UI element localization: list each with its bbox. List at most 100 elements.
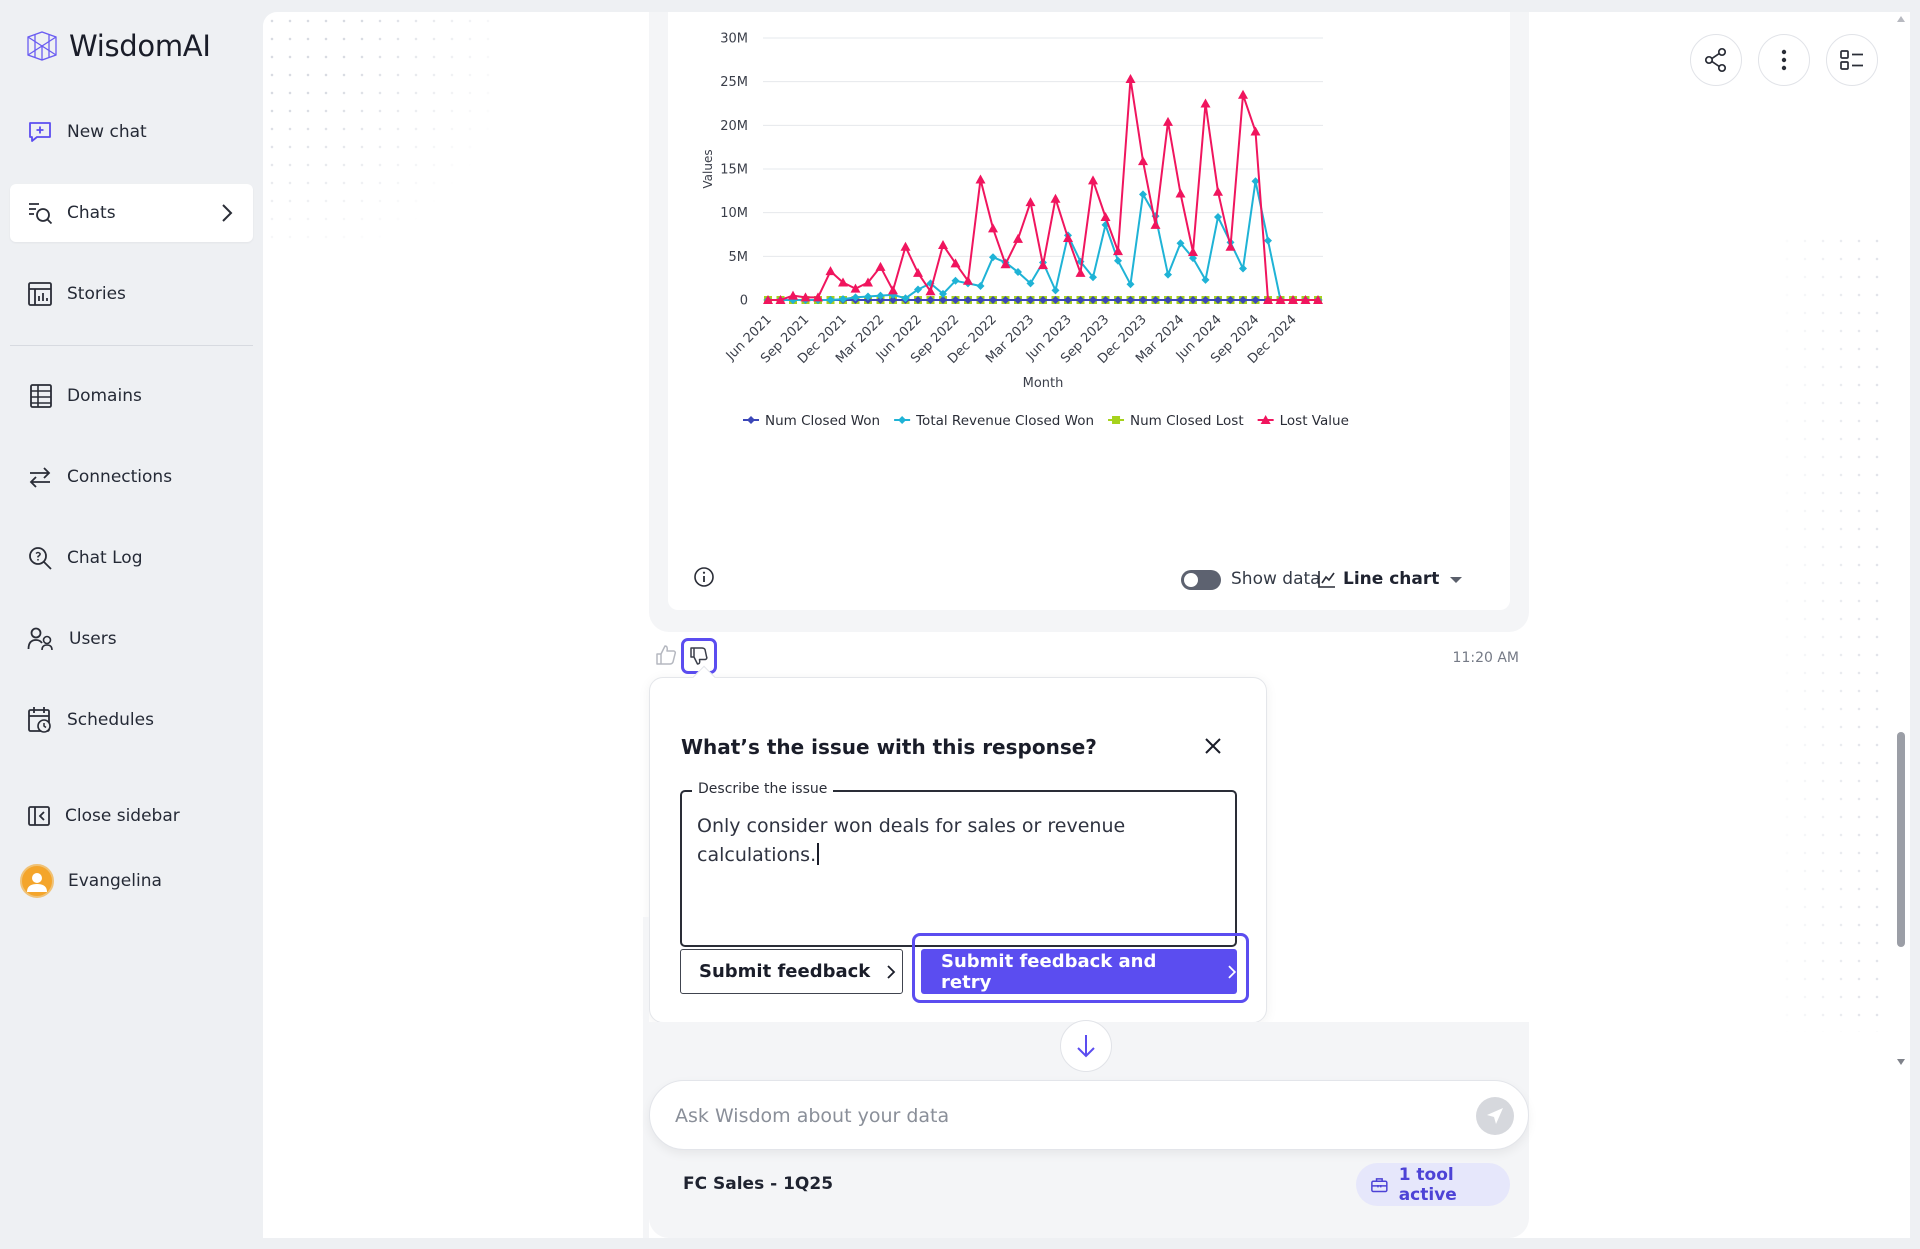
- submit-feedback-label: Submit feedback: [699, 961, 871, 982]
- tools-active-button[interactable]: 1 tool active: [1356, 1163, 1510, 1206]
- thumbs-down-button[interactable]: [681, 638, 717, 674]
- data-point-diamond: [1051, 286, 1060, 295]
- domain-label[interactable]: FC Sales - 1Q25: [683, 1174, 833, 1194]
- data-point-triangle: [1150, 219, 1161, 229]
- assistant-message: 0 5M 10M 15M 20M 25M 30M Values Jun 2021 Sep 2021…: [649, 12, 1529, 632]
- data-point-triangle: [875, 261, 886, 271]
- scrollbar-thumb[interactable]: [1897, 732, 1905, 947]
- sidebar-item-new-chat[interactable]: New chat: [10, 103, 253, 161]
- more-vertical-icon: [1781, 49, 1787, 71]
- show-data-label: Show data: [1231, 569, 1321, 589]
- data-point-diamond: [1201, 275, 1210, 284]
- data-point-triangle: [888, 285, 898, 295]
- scroll-down-button[interactable]: [1060, 1020, 1112, 1072]
- logo-text: WisdomAI: [69, 29, 211, 63]
- show-data-toggle[interactable]: [1181, 570, 1221, 590]
- sidebar-item-chats[interactable]: Chats: [10, 184, 253, 242]
- y-tick-label: 5M: [729, 250, 749, 265]
- data-point-triangle: [1025, 197, 1036, 207]
- x-axis-label: Month: [1023, 376, 1064, 391]
- y-tick-label: 15M: [720, 163, 748, 178]
- share-button[interactable]: [1690, 34, 1742, 86]
- sidebar-divider: [10, 345, 253, 346]
- data-point-triangle: [1088, 175, 1098, 185]
- close-sidebar-label: Close sidebar: [65, 806, 180, 826]
- main-panel: 0 5M 10M 15M 20M 25M 30M Values Jun 2021 Sep 2021…: [263, 12, 1910, 1238]
- scroll-up-arrow-icon[interactable]: [1897, 16, 1905, 22]
- y-tick-label: 20M: [720, 119, 748, 134]
- sidebar-item-label: Connections: [67, 467, 173, 487]
- send-button[interactable]: [1476, 1097, 1514, 1135]
- message-feedback-row: 11:20 AM: [649, 632, 1529, 674]
- top-actions: [1690, 34, 1878, 86]
- data-point-triangle: [1100, 212, 1111, 222]
- logo[interactable]: WisdomAI: [25, 26, 211, 66]
- text-cursor: [817, 843, 820, 865]
- more-options-button[interactable]: [1758, 34, 1810, 86]
- chart-card: 0 5M 10M 15M 20M 25M 30M Values Jun 2021 Sep 2021…: [668, 12, 1510, 610]
- ask-box: [649, 1080, 1529, 1150]
- submit-feedback-button[interactable]: Submit feedback: [680, 949, 903, 994]
- vertical-scrollbar[interactable]: [1893, 12, 1910, 1238]
- sidebar-item-users[interactable]: Users: [10, 610, 253, 668]
- chat-log-search-icon: [29, 547, 52, 570]
- submit-retry-label: Submit feedback and retry: [941, 950, 1157, 993]
- info-icon[interactable]: [693, 566, 715, 588]
- sidebar: WisdomAI New chat Chats Stories Domains …: [0, 0, 262, 1249]
- sidebar-item-label: Chat Log: [67, 548, 143, 568]
- close-icon[interactable]: [1204, 737, 1222, 755]
- legend-label: Total Revenue Closed Won: [915, 413, 1094, 429]
- scroll-down-arrow-icon[interactable]: [1897, 1059, 1905, 1065]
- describe-issue-field[interactable]: Describe the issue Only consider won dea…: [680, 781, 1237, 947]
- toolbox-icon: [1371, 1177, 1388, 1192]
- message-timestamp: 11:20 AM: [1452, 650, 1519, 666]
- series-line: [768, 180, 1318, 301]
- layout-toggle-button[interactable]: [1826, 34, 1878, 86]
- data-point-diamond: [976, 282, 985, 291]
- data-point-triangle: [1038, 260, 1048, 270]
- new-chat-icon: [29, 122, 51, 142]
- data-point-triangle: [1138, 156, 1148, 166]
- y-tick-label: 10M: [720, 206, 748, 221]
- data-point-triangle: [975, 174, 986, 184]
- chevron-down-icon[interactable]: [1450, 577, 1462, 583]
- data-point-triangle: [1238, 89, 1248, 99]
- sidebar-item-stories[interactable]: Stories: [10, 265, 253, 323]
- sidebar-item-connections[interactable]: Connections: [10, 448, 253, 506]
- stories-icon: [28, 282, 52, 306]
- close-sidebar-icon: [28, 806, 50, 826]
- decorative-dots: [263, 12, 493, 242]
- line-chart-icon[interactable]: [1317, 569, 1337, 589]
- submit-feedback-and-retry-button[interactable]: Submit feedback and retry: [921, 949, 1237, 994]
- user-name: Evangelina: [68, 871, 162, 891]
- domains-table-icon: [30, 384, 52, 408]
- chevron-right-icon: [887, 964, 896, 979]
- chevron-right-icon: [1228, 965, 1237, 978]
- y-axis-label: Values: [701, 149, 715, 188]
- sidebar-item-domains[interactable]: Domains: [10, 367, 253, 425]
- thumbs-up-icon[interactable]: [655, 644, 677, 666]
- sidebar-item-label: New chat: [67, 122, 147, 142]
- toggle-knob: [1184, 573, 1198, 587]
- describe-issue-textarea[interactable]: Only consider won deals for sales or rev…: [697, 812, 1217, 870]
- sidebar-item-chat-log[interactable]: Chat Log: [10, 529, 253, 587]
- sidebar-item-schedules[interactable]: Schedules: [10, 691, 253, 749]
- close-sidebar-button[interactable]: Close sidebar: [10, 787, 253, 845]
- chevron-right-icon: [222, 204, 233, 222]
- data-point-triangle: [913, 267, 923, 277]
- data-point-diamond: [1239, 264, 1247, 273]
- ask-input[interactable]: [675, 1101, 1435, 1131]
- share-icon: [1704, 47, 1727, 73]
- users-icon: [27, 627, 53, 651]
- data-point-triangle: [1175, 188, 1186, 198]
- popup-title: What’s the issue with this response?: [681, 735, 1097, 759]
- chart-type-selector[interactable]: Line chart: [1343, 569, 1439, 589]
- send-icon: [1487, 1108, 1503, 1124]
- tools-active-label: 1 tool active: [1398, 1164, 1457, 1205]
- data-point-diamond: [989, 253, 997, 262]
- user-profile[interactable]: Evangelina: [10, 852, 253, 910]
- data-point-triangle: [988, 223, 998, 233]
- data-point-diamond: [1139, 190, 1147, 199]
- arrow-down-icon: [1077, 1035, 1095, 1058]
- y-tick-label: 30M: [720, 32, 748, 47]
